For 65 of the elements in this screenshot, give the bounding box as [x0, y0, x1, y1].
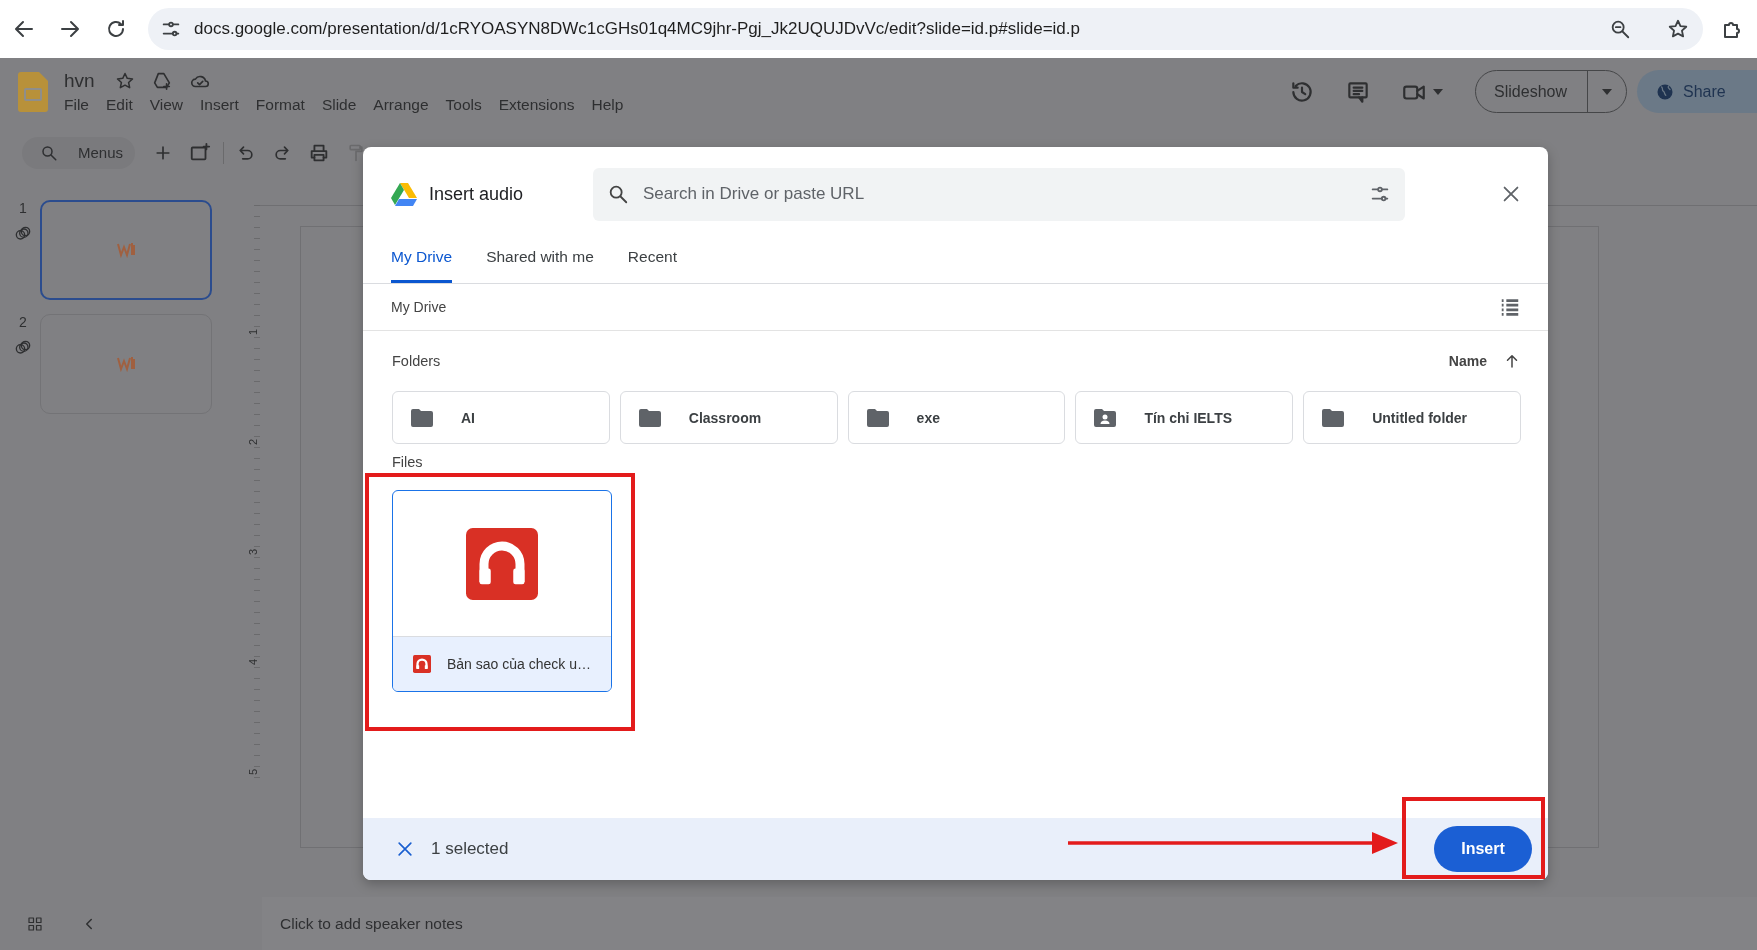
slideshow-button[interactable]: Slideshow [1476, 71, 1588, 112]
file-card[interactable]: Bản sao của check u… [392, 490, 612, 692]
caret-icon[interactable] [1602, 88, 1612, 95]
address-bar[interactable]: docs.google.com/presentation/d/1cRYOASYN8DWc1cGHs01q4MC9jhr-Pgj_Jk2UQUJDvVc/edit?slide=id.p#slide=id.p [148, 8, 1703, 50]
search-field[interactable]: Search in Drive or paste URL [641, 183, 1357, 205]
folder-item[interactable]: AI [392, 391, 610, 444]
slide-number: 1 [19, 200, 27, 216]
menu-item[interactable]: Arrange [373, 95, 429, 114]
menu-item[interactable]: Insert [200, 95, 239, 114]
selection-count: 1 selected [431, 839, 509, 859]
close-icon[interactable] [395, 839, 415, 859]
ruler-label: 1 [246, 328, 260, 336]
tab[interactable]: My Drive [391, 241, 453, 283]
shared-folder-icon [1094, 408, 1117, 427]
section-label: Folders [392, 353, 441, 369]
search-icon [40, 143, 58, 162]
menu-item[interactable]: File [64, 95, 89, 114]
slide-number: 2 [19, 314, 27, 330]
menu-item[interactable]: Slide [321, 95, 357, 114]
ruler-label: 2 [246, 438, 260, 446]
folder-icon [866, 408, 889, 427]
folder-icon [638, 408, 661, 427]
sort-label[interactable]: Name [1448, 353, 1487, 369]
folder-icon [1322, 408, 1345, 427]
folder-icon [411, 408, 433, 427]
menu-item[interactable]: Format [255, 95, 305, 114]
folder-item[interactable]: exe [847, 391, 1066, 444]
headphones-icon [413, 655, 431, 673]
tab[interactable]: Shared with me [486, 241, 594, 283]
ruler-label: 3 [246, 548, 260, 556]
star-icon[interactable] [114, 70, 135, 91]
headphones-icon [466, 527, 538, 600]
menu-item[interactable]: Help [591, 95, 624, 114]
dialog-title: Insert audio [429, 183, 525, 205]
tab[interactable]: Recent [627, 241, 677, 283]
ruler-label: 4 [246, 658, 260, 666]
share-button[interactable]: Share [1637, 70, 1757, 113]
file-name: Bản sao của check u… [447, 656, 591, 672]
logo-icon [117, 242, 135, 258]
slide-thumbnail[interactable] [40, 314, 212, 414]
star-icon[interactable] [1667, 18, 1689, 40]
folder-item[interactable]: Untitled folder [1303, 391, 1521, 444]
drive-logo-icon [391, 182, 417, 206]
zoom-icon[interactable] [1609, 18, 1631, 40]
search-icon [607, 183, 629, 205]
logo-icon [117, 356, 135, 372]
speaker-notes[interactable]: Click to add speaker notes [280, 914, 463, 933]
paint-roller-icon[interactable] [346, 142, 366, 163]
ruler-label: 5 [246, 768, 260, 776]
slide-thumbnail[interactable] [40, 200, 212, 300]
url-text: docs.google.com/presentation/d/1cRYOASYN8DWc1cGHs01q4MC9jhr-Pgj_Jk2UQUJDvVc/edit?slide=id.p#slide=id.p [194, 19, 1081, 39]
section-label: Files [392, 454, 423, 470]
document-title[interactable]: hvn [64, 69, 95, 92]
insert-button[interactable]: Insert [1434, 826, 1532, 872]
folder-item[interactable]: Classroom [619, 391, 838, 444]
menu-item[interactable]: View [149, 95, 184, 114]
breadcrumb[interactable]: My Drive [391, 299, 447, 315]
grid-icon[interactable] [26, 914, 44, 933]
search-bar[interactable]: Search in Drive or paste URL [593, 167, 1405, 221]
menu-item[interactable]: Tools [445, 95, 482, 114]
menu-item[interactable]: Extensions [498, 95, 575, 114]
menu-item[interactable]: Edit [106, 95, 133, 114]
folder-item[interactable]: Tín chỉ IELTS [1075, 391, 1294, 444]
caret-icon[interactable] [1433, 88, 1444, 95]
menu-search[interactable]: Menus [22, 136, 135, 169]
